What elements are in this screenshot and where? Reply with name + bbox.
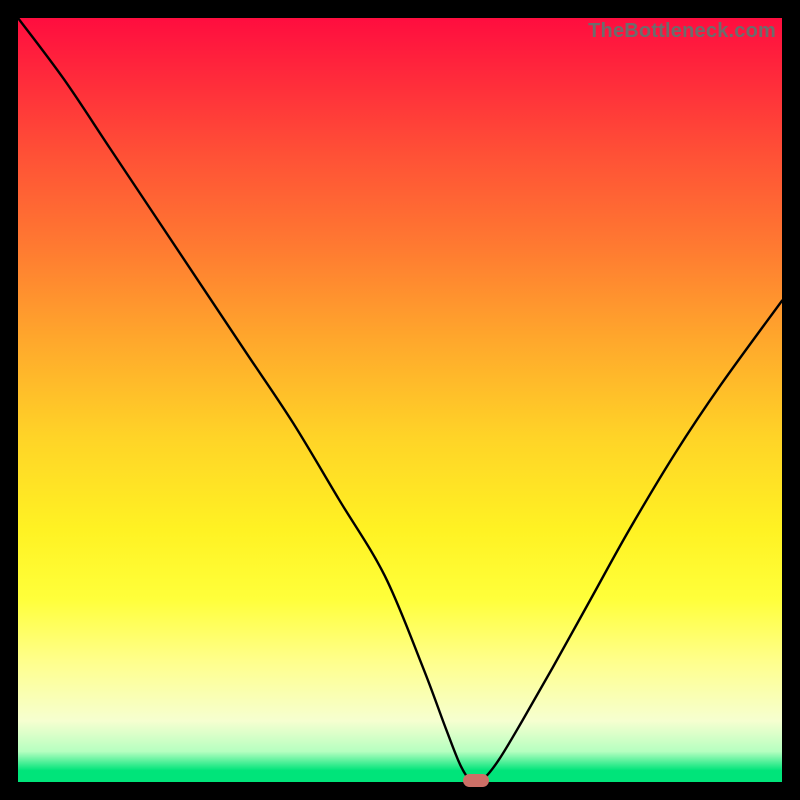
chart-frame: TheBottleneck.com xyxy=(0,0,800,800)
plot-area: TheBottleneck.com xyxy=(18,18,782,782)
min-marker xyxy=(463,774,489,787)
bottleneck-curve xyxy=(18,18,782,782)
